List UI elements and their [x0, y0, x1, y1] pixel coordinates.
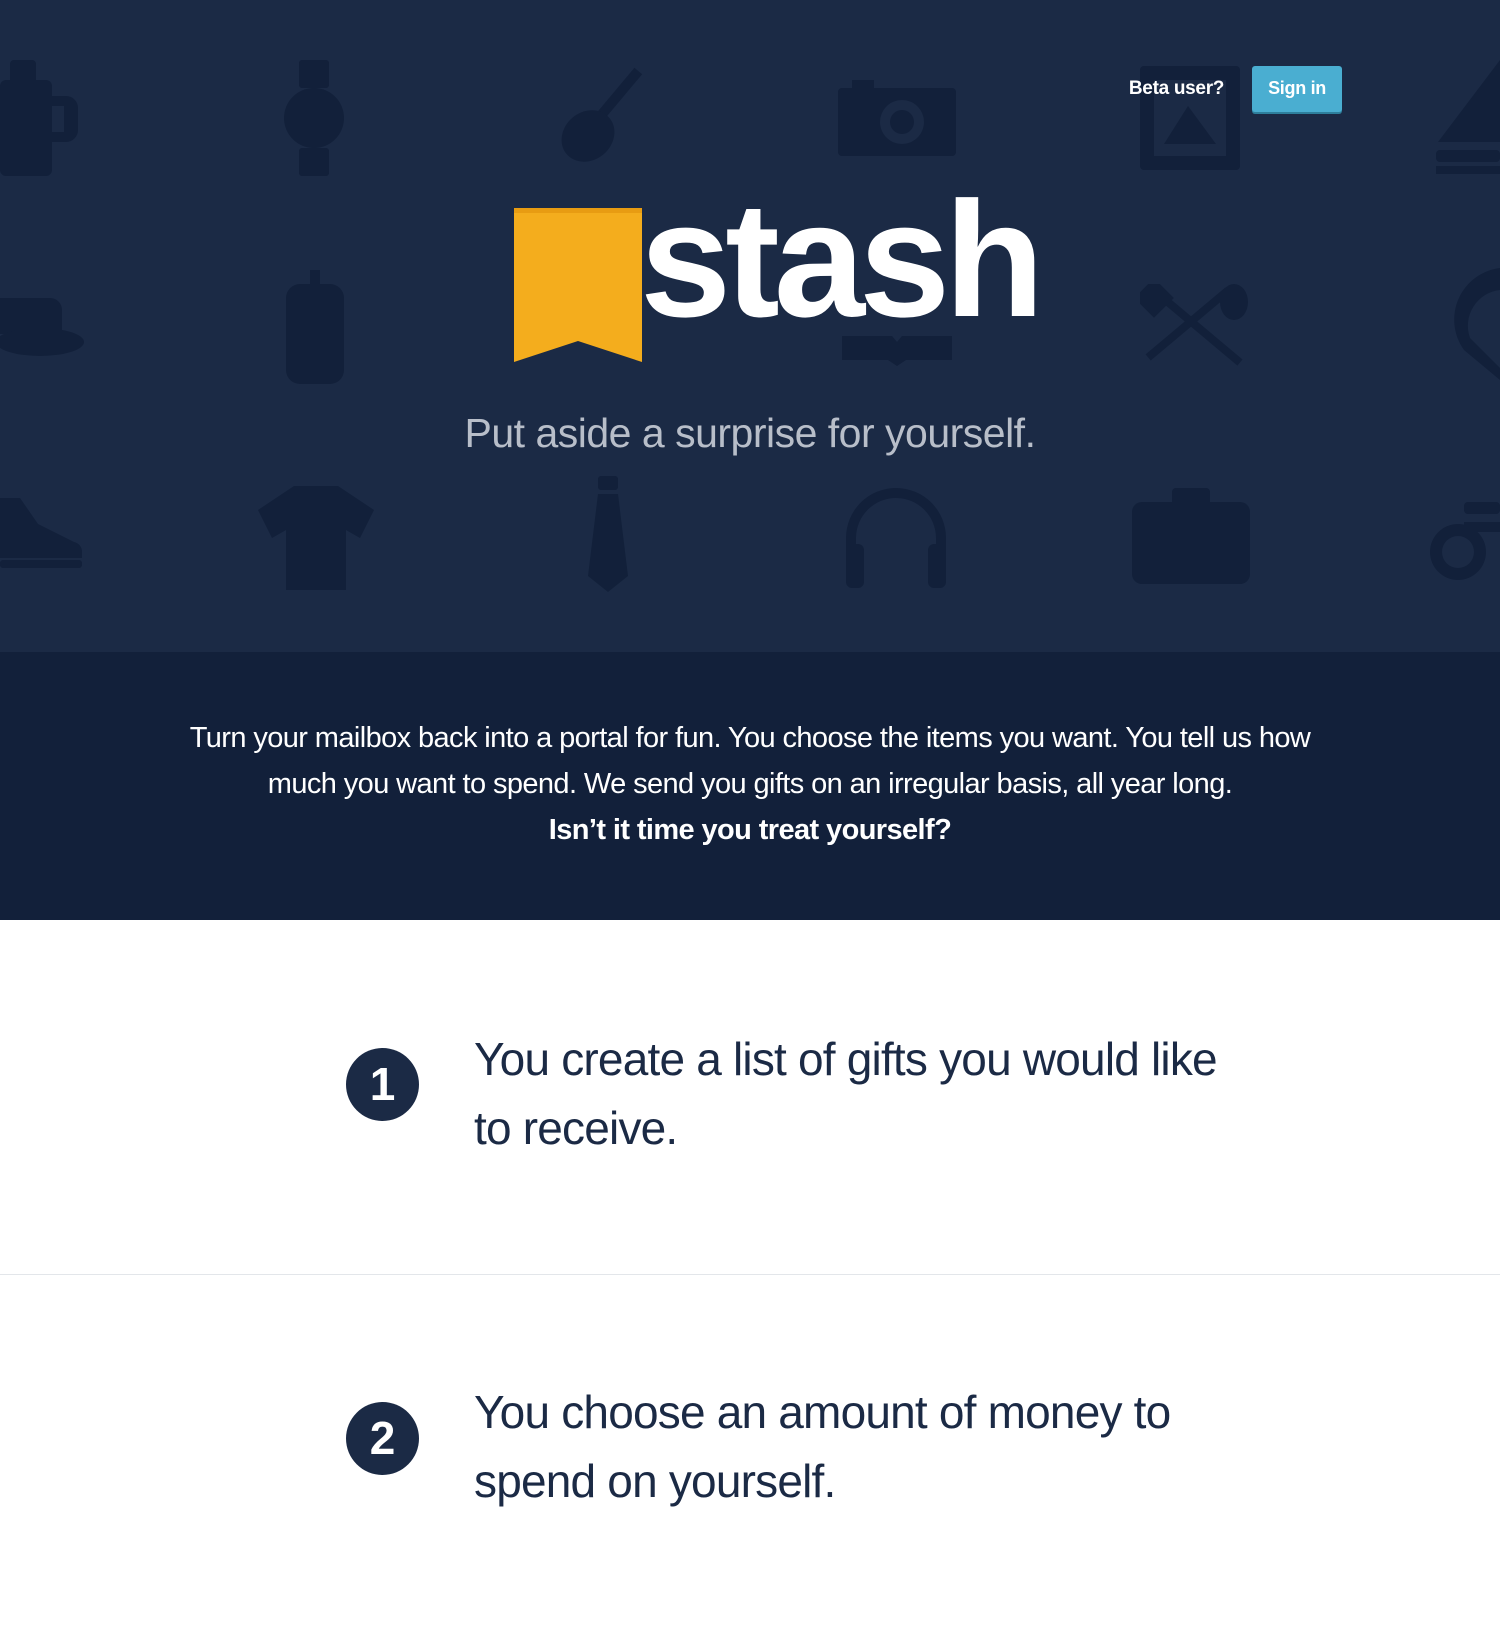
necktie-icon — [588, 476, 628, 592]
step-item: 2 You choose an amount of money to spend… — [0, 1274, 1500, 1628]
horseshoe-icon — [1454, 268, 1500, 380]
step-description: You choose an amount of money to spend o… — [474, 1386, 1171, 1507]
intro-section: Turn your mailbox back into a portal for… — [0, 652, 1500, 920]
camera-icon — [838, 80, 956, 156]
bicycle-icon — [1430, 502, 1500, 580]
intro-description: Turn your mailbox back into a portal for… — [189, 722, 1311, 800]
beta-user-label: Beta user? — [1128, 78, 1225, 99]
step-number-badge: 1 — [346, 1048, 419, 1121]
stash-logo: stash — [514, 178, 1044, 362]
step-description: You create a list of gifts you would lik… — [474, 1033, 1218, 1154]
bookmark-ribbon-icon — [514, 208, 642, 362]
logo-wordmark: stash — [640, 168, 1044, 351]
headphones-icon — [846, 488, 946, 588]
hero-section: Beta user? Sign in stash Put aside a sur… — [0, 0, 1500, 652]
tshirt-icon — [258, 486, 374, 590]
intro-call-to-action: Isn’t it time you treat yourself? — [548, 814, 952, 846]
how-it-works-steps: 1 You create a list of gifts you would l… — [0, 920, 1500, 1628]
watch-icon — [284, 60, 344, 176]
sailboat-icon — [1436, 60, 1500, 174]
step-item: 1 You create a list of gifts you would l… — [0, 920, 1500, 1274]
guitar-icon — [561, 67, 643, 162]
beer-mug-icon — [0, 60, 78, 176]
hat-icon — [0, 298, 84, 356]
hero-tagline: Put aside a surprise for yourself. — [464, 410, 1036, 456]
sign-in-button[interactable]: Sign in — [1252, 66, 1342, 112]
top-nav: Beta user? Sign in — [1129, 66, 1342, 112]
sneaker-icon — [0, 498, 82, 568]
fork-spoon-icon — [1140, 284, 1248, 366]
suitcase-icon — [1132, 488, 1250, 584]
mobile-phone-icon — [286, 270, 344, 384]
step-number-badge: 2 — [346, 1402, 419, 1475]
